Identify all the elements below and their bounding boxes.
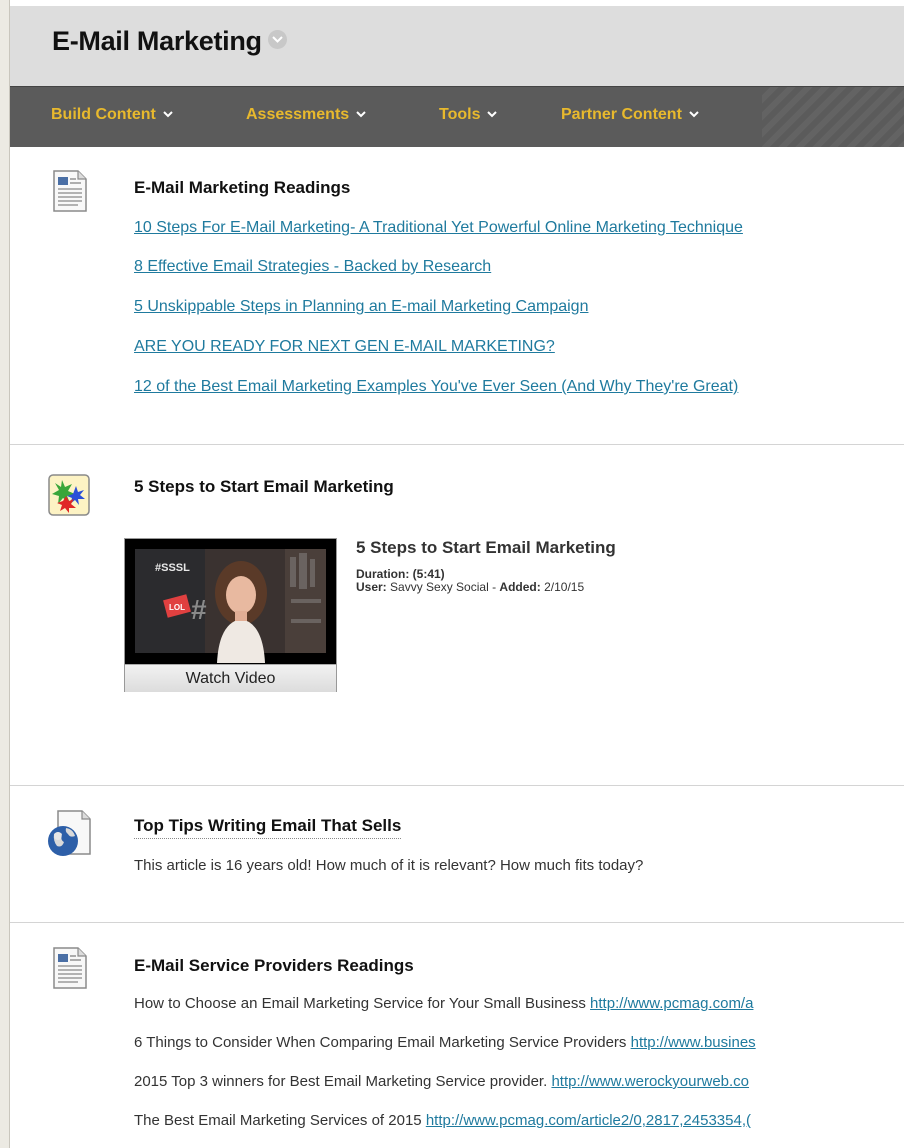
partner-content-menu[interactable]: Partner Content [561,106,699,124]
added-label: Added: [499,580,541,594]
user-label: User: [356,580,387,594]
video-player[interactable]: LOL #SSSL # Watch Video [124,538,337,692]
chevron-down-icon [689,105,699,123]
partner-content-label: Partner Content [561,106,682,123]
provider-row: How to Choose an Email Marketing Service… [134,995,753,1012]
video-title: 5 Steps to Start Email Marketing [356,538,616,557]
provider-row: 2015 Top 3 winners for Best Email Market… [134,1073,749,1090]
item-title: E-Mail Service Providers Readings [134,956,414,975]
reading-link[interactable]: 8 Effective Email Strategies - Backed by… [134,258,491,276]
reading-link[interactable]: 12 of the Best Email Marketing Examples … [134,378,738,396]
action-toolbar: Build Content Assessments Tools Partner … [10,86,904,147]
reading-link[interactable]: 5 Unskippable Steps in Planning an E-mai… [134,298,588,316]
item-description: This article is 16 years old! How much o… [134,857,644,874]
thumb-hashtag-text: #SSSL [155,562,190,574]
page-title-text: E-Mail Marketing [52,26,262,56]
video-thumbnail[interactable]: LOL #SSSL # [125,539,336,663]
provider-row: The Best Email Marketing Services of 201… [134,1112,751,1129]
item-title: 5 Steps to Start Email Marketing [134,477,394,496]
tools-label: Tools [439,106,481,123]
provider-row-text: How to Choose an Email Marketing Service… [134,995,586,1012]
chevron-down-icon [163,105,173,123]
provider-url-link[interactable]: http://www.werockyourweb.co [551,1073,749,1090]
provider-row-text: The Best Email Marketing Services of 201… [134,1112,422,1129]
title-options-icon[interactable] [267,30,287,50]
duration-value: (5:41) [412,567,445,581]
build-content-menu[interactable]: Build Content [51,106,173,124]
watch-video-button[interactable]: Watch Video [125,664,336,692]
content-item-providers: E-Mail Service Providers Readings How to… [10,923,904,1148]
provider-url-link[interactable]: http://www.pcmag.com/article2/0,2817,245… [426,1112,751,1129]
provider-url-link[interactable]: http://www.busines [631,1034,756,1051]
content-item-readings: E-Mail Marketing Readings 10 Steps For E… [10,146,904,444]
web-link-icon [46,810,92,863]
duration-label: Duration: [356,567,410,581]
provider-row-text: 2015 Top 3 winners for Best Email Market… [134,1073,548,1090]
provider-row-text: 6 Things to Consider When Comparing Emai… [134,1034,627,1051]
thumb-lol-text: LOL [169,603,185,612]
build-content-label: Build Content [51,106,156,123]
chevron-down-icon [487,105,498,123]
svg-text:#: # [191,594,207,625]
item-title: E-Mail Marketing Readings [134,178,351,197]
web-link-title[interactable]: Top Tips Writing Email That Sells [134,816,402,839]
reading-link[interactable]: ARE YOU READY FOR NEXT GEN E-MAIL MARKET… [134,338,555,356]
page-header: E-Mail Marketing [10,6,904,86]
video-user-info: User: Savvy Sexy Social - Added: 2/10/15 [356,580,585,594]
mashup-icon [48,474,90,521]
document-icon [52,947,88,994]
tools-menu[interactable]: Tools [439,105,498,124]
chevron-down-icon [356,105,366,123]
user-value: Savvy Sexy Social [390,580,489,594]
assessments-label: Assessments [246,106,350,123]
reading-link[interactable]: 10 Steps For E-Mail Marketing- A Traditi… [134,219,743,237]
added-value: 2/10/15 [544,580,585,594]
page-left-border [0,0,10,1148]
provider-row: 6 Things to Consider When Comparing Emai… [134,1034,756,1051]
content-item-web-link: Top Tips Writing Email That Sells This a… [10,786,904,922]
provider-url-link[interactable]: http://www.pcmag.com/a [590,995,753,1012]
video-duration: Duration: (5:41) [356,567,445,581]
assessments-menu[interactable]: Assessments [246,106,366,124]
toolbar-pattern [762,87,904,147]
document-icon [52,170,88,217]
page-title: E-Mail Marketing [52,26,287,57]
